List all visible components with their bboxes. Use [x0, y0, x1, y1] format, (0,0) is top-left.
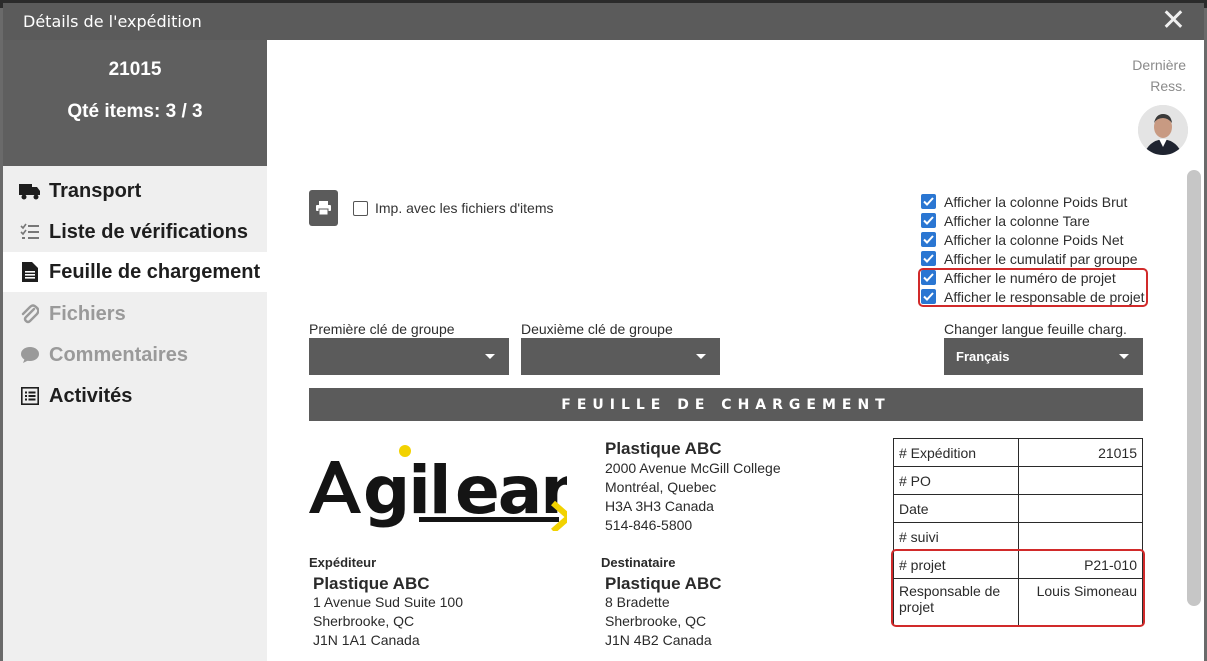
item-quantity: Qté items: 3 / 3: [67, 101, 203, 122]
info-label: # PO: [893, 466, 1019, 495]
dialog-title: Détails de l'expédition: [23, 12, 202, 31]
loading-sheet-banner: FEUILLE DE CHARGEMENT: [309, 388, 1143, 421]
print-with-item-files-label: Imp. avec les fichiers d'items: [375, 200, 554, 216]
company-line: 514-846-5800: [605, 517, 693, 533]
consignee-header: Destinataire: [601, 555, 676, 570]
shipper-line: 1 Avenue Sud Suite 100: [313, 594, 463, 610]
sidebar-item-label: Feuille de chargement: [49, 260, 261, 283]
sidebar-item-label: Liste de vérifications: [49, 220, 248, 243]
company-name: Plastique ABC: [605, 439, 722, 458]
table-row: # suivi: [893, 522, 1143, 551]
sidebar-item-label: Activités: [49, 384, 133, 407]
header-right-area: Dernière Ress.: [267, 40, 1204, 166]
language-select[interactable]: Français: [944, 338, 1143, 375]
info-value: [1018, 494, 1143, 523]
sidebar-item-files[interactable]: Fichiers: [3, 294, 267, 334]
shipper-name: Plastique ABC: [313, 574, 430, 593]
checkbox-box[interactable]: [353, 200, 368, 216]
list-icon: [18, 387, 42, 405]
shipper-line: J1N 1A1 Canada: [313, 632, 420, 648]
title-bar: Détails de l'expédition ✕: [3, 3, 1204, 40]
check-icon[interactable]: [921, 232, 936, 247]
info-label: Date: [893, 494, 1019, 523]
last-resource-line1: Dernière: [1132, 57, 1186, 73]
last-resource-line2: Ress.: [1150, 78, 1186, 94]
option-label: Afficher la colonne Poids Net: [944, 231, 1124, 248]
select-value: Français: [956, 349, 1010, 364]
consignee-line: 8 Bradette: [605, 594, 670, 610]
company-line: Montréal, Quebec: [605, 479, 717, 495]
company-logo: gil ean: [307, 441, 587, 534]
highlight-box: [891, 549, 1145, 627]
company-line: H3A 3H3 Canada: [605, 498, 714, 514]
shipper-line: Sherbrooke, QC: [313, 613, 415, 629]
sidebar-item-label: Transport: [49, 179, 142, 202]
print-with-item-files-checkbox[interactable]: Imp. avec les fichiers d'items: [353, 200, 554, 216]
table-row: # Expédition 21015: [893, 438, 1143, 467]
shipment-header: 21015 Qté items: 3 / 3: [3, 40, 267, 166]
sidebar-item-comments[interactable]: Commentaires: [3, 335, 267, 375]
scrollbar[interactable]: [1184, 166, 1204, 661]
info-value: 21015: [1018, 438, 1143, 467]
check-icon[interactable]: [921, 251, 936, 266]
consignee-line: J1N 4B2 Canada: [605, 632, 712, 648]
paperclip-icon: [18, 304, 42, 324]
sidebar-item-label: Fichiers: [49, 302, 126, 325]
table-row: # PO: [893, 466, 1143, 495]
option-group-cumulative[interactable]: Afficher le cumulatif par groupe: [921, 249, 1145, 268]
caret-down-icon: [485, 354, 495, 359]
document-icon: [18, 262, 42, 282]
check-icon[interactable]: [921, 213, 936, 228]
caret-down-icon: [696, 354, 706, 359]
consignee-name: Plastique ABC: [605, 574, 722, 593]
table-row: Date: [893, 494, 1143, 523]
sidebar-item-transport[interactable]: Transport: [3, 171, 267, 211]
sidebar: Transport Liste de vérifications Feuille…: [3, 166, 267, 661]
print-icon: [316, 201, 331, 215]
language-label: Changer langue feuille charg.: [944, 321, 1127, 337]
option-label: Afficher la colonne Poids Brut: [944, 193, 1128, 210]
checklist-icon: [18, 223, 42, 241]
company-address: Plastique ABC 2000 Avenue McGill College…: [605, 439, 781, 535]
loading-sheet-content: Imp. avec les fichiers d'items Afficher …: [267, 166, 1204, 661]
print-button[interactable]: [309, 190, 338, 226]
option-label: Afficher le cumulatif par groupe: [944, 250, 1138, 267]
option-net-weight[interactable]: Afficher la colonne Poids Net: [921, 230, 1145, 249]
consignee-line: Sherbrooke, QC: [605, 613, 707, 629]
last-resource-label: Dernière Ress.: [1132, 55, 1186, 97]
shipper-address: Expéditeur Plastique ABC 1 Avenue Sud Su…: [309, 553, 463, 650]
shipper-header: Expéditeur: [309, 555, 377, 570]
caret-down-icon: [1119, 354, 1129, 359]
second-group-key-label: Deuxième clé de groupe: [521, 321, 673, 337]
close-icon[interactable]: ✕: [1161, 5, 1186, 37]
avatar[interactable]: [1138, 105, 1188, 155]
first-group-key-select[interactable]: [309, 338, 509, 375]
info-value: [1018, 466, 1143, 495]
consignee-address: Destinataire Plastique ABC 8 Bradette Sh…: [601, 553, 722, 650]
shipment-number: 21015: [108, 59, 162, 80]
first-group-key-label: Première clé de groupe: [309, 321, 455, 337]
info-value: [1018, 522, 1143, 551]
info-label: # Expédition: [893, 438, 1019, 467]
sidebar-item-label: Commentaires: [49, 343, 188, 366]
option-gross-weight[interactable]: Afficher la colonne Poids Brut: [921, 192, 1145, 211]
scrollbar-thumb[interactable]: [1187, 170, 1201, 606]
info-label: # suivi: [893, 522, 1019, 551]
option-tare[interactable]: Afficher la colonne Tare: [921, 211, 1145, 230]
second-group-key-select[interactable]: [521, 338, 720, 375]
comment-icon: [18, 346, 42, 364]
option-label: Afficher la colonne Tare: [944, 212, 1090, 229]
shipment-details-dialog: Détails de l'expédition ✕ 21015 Qté item…: [3, 3, 1204, 661]
highlight-box: [918, 268, 1148, 307]
check-icon[interactable]: [921, 194, 936, 209]
truck-icon: [18, 182, 42, 200]
sidebar-item-checklist[interactable]: Liste de vérifications: [3, 212, 267, 252]
company-line: 2000 Avenue McGill College: [605, 460, 781, 476]
sidebar-item-activities[interactable]: Activités: [3, 376, 267, 416]
sidebar-item-loading-sheet[interactable]: Feuille de chargement: [3, 252, 267, 292]
